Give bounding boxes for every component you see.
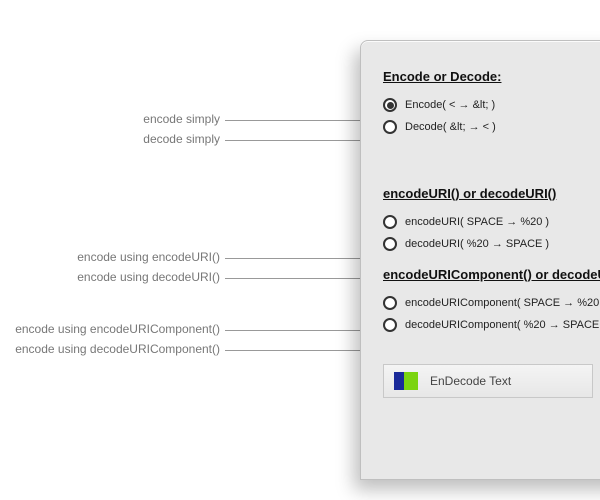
leader-line — [225, 350, 365, 351]
radio-encode[interactable]: Encode( < → &lt; ) — [383, 94, 600, 116]
section-title-encodeuri: encodeURI() or decodeURI() — [383, 186, 600, 201]
leader-line — [225, 120, 365, 121]
radio-label: decodeURIComponent( %20 → SPACE ) — [405, 319, 600, 331]
radio-label: decodeURI( %20 → SPACE ) — [405, 238, 549, 250]
radio-decode[interactable]: Decode( &lt; → < ) — [383, 116, 600, 138]
leader-line — [225, 278, 365, 279]
radio-decodeuricomponent[interactable]: decodeURIComponent( %20 → SPACE ) — [383, 314, 600, 336]
radio-label: Decode( &lt; → < ) — [405, 121, 496, 133]
leader-line — [225, 258, 365, 259]
radio-icon — [383, 296, 397, 310]
radio-icon — [383, 237, 397, 251]
radio-encodeuricomponent[interactable]: encodeURIComponent( SPACE → %20 ) — [383, 292, 600, 314]
annotation-encode-simply: encode simply — [0, 112, 220, 126]
radio-label: Encode( < → &lt; ) — [405, 99, 495, 111]
radio-icon — [383, 120, 397, 134]
radio-label: encodeURI( SPACE → %20 ) — [405, 216, 549, 228]
annotation-decode-simply: decode simply — [0, 132, 220, 146]
annotation-encode-uri-component: encode using encodeURIComponent() — [0, 322, 220, 336]
annotation-encode-uri: encode using encodeURI() — [0, 250, 220, 264]
endecode-panel: Encode or Decode: Encode( < → &lt; ) Dec… — [360, 40, 600, 480]
endecode-button[interactable]: EnDecode Text — [383, 364, 593, 398]
button-label: EnDecode Text — [430, 374, 511, 388]
color-swatch-icon — [394, 372, 418, 390]
leader-line — [225, 330, 365, 331]
annotation-decode-uri-component: encode using decodeURIComponent() — [0, 342, 220, 356]
radio-label: encodeURIComponent( SPACE → %20 ) — [405, 297, 600, 309]
radio-icon — [383, 98, 397, 112]
section-title-encodeuricomponent: encodeURIComponent() or decodeURICompone… — [383, 267, 600, 282]
leader-line — [225, 140, 365, 141]
radio-icon — [383, 215, 397, 229]
annotation-decode-uri: encode using decodeURI() — [0, 270, 220, 284]
section-title-encode-decode: Encode or Decode: — [383, 69, 600, 84]
radio-decodeuri[interactable]: decodeURI( %20 → SPACE ) — [383, 233, 600, 255]
radio-icon — [383, 318, 397, 332]
radio-encodeuri[interactable]: encodeURI( SPACE → %20 ) — [383, 211, 600, 233]
